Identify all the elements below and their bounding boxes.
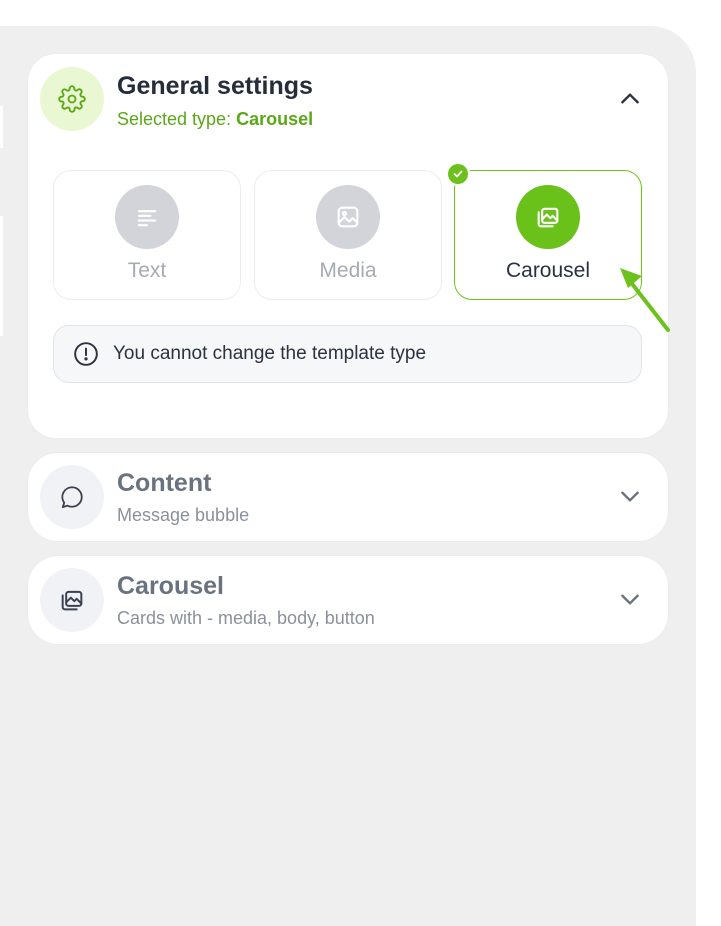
pointer-arrow-icon bbox=[620, 268, 670, 332]
section-title: Carousel bbox=[117, 572, 224, 600]
edge-strip bbox=[0, 216, 3, 336]
edge-strip bbox=[0, 106, 3, 148]
type-option-media[interactable]: Media bbox=[254, 170, 442, 300]
template-type-notice: You cannot change the template type bbox=[53, 325, 642, 383]
collapse-button[interactable] bbox=[616, 85, 644, 113]
image-icon bbox=[316, 185, 380, 249]
expand-button[interactable] bbox=[616, 585, 644, 613]
selected-type-label: Selected type: Carousel bbox=[117, 109, 313, 130]
selected-type-prefix: Selected type: bbox=[117, 109, 232, 129]
gallery-icon bbox=[40, 568, 104, 632]
expand-button[interactable] bbox=[616, 482, 644, 510]
chevron-down-icon bbox=[621, 491, 639, 502]
gallery-icon bbox=[516, 185, 580, 249]
type-option-text[interactable]: Text bbox=[53, 170, 241, 300]
selected-type-value: Carousel bbox=[236, 109, 314, 129]
chevron-down-icon bbox=[621, 594, 639, 605]
general-settings-section: General settings Selected type: Carousel… bbox=[28, 54, 668, 438]
gear-icon bbox=[40, 67, 104, 131]
type-label: Text bbox=[127, 259, 167, 282]
notice-text: You cannot change the template type bbox=[113, 343, 427, 364]
section-title: Content bbox=[117, 469, 212, 497]
type-label: Media bbox=[319, 259, 377, 282]
section-subtitle: Cards with - media, body, button bbox=[117, 608, 375, 628]
section-subtitle: Message bubble bbox=[117, 505, 250, 525]
content-section[interactable]: Content Message bubble bbox=[28, 453, 668, 541]
chevron-up-icon bbox=[621, 93, 639, 104]
chat-bubble-icon bbox=[40, 465, 104, 529]
check-icon bbox=[448, 164, 468, 184]
section-title: General settings bbox=[117, 72, 313, 100]
carousel-section[interactable]: Carousel Cards with - media, body, butto… bbox=[28, 556, 668, 644]
info-icon bbox=[74, 342, 98, 366]
text-lines-icon bbox=[115, 185, 179, 249]
